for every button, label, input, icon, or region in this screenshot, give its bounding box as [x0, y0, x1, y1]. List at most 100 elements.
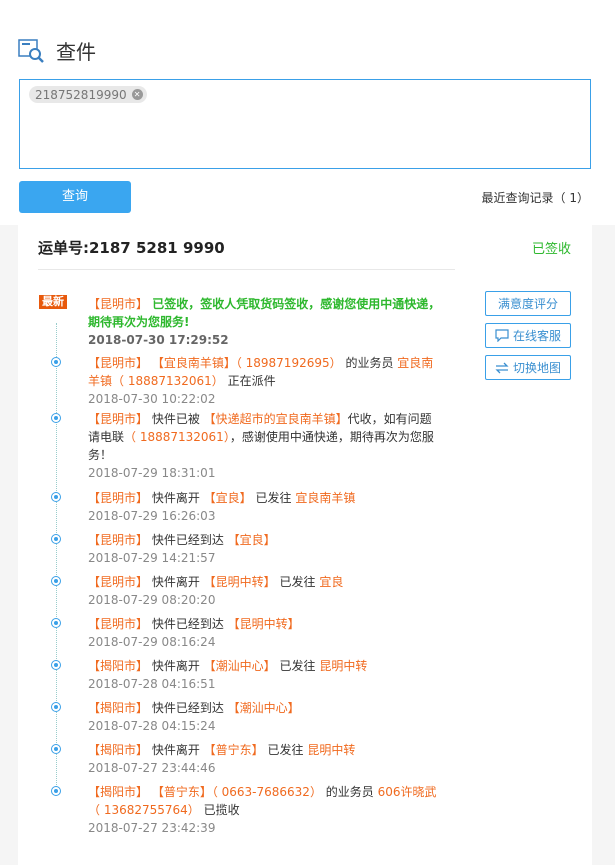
- timeline-dot-icon: [51, 492, 61, 502]
- event-description: 【昆明市】 快件已经到达 【宜良】: [88, 531, 443, 549]
- tracking-number-tag: 218752819990 ✕: [29, 86, 147, 103]
- event-time: 2018-07-27 23:42:39: [88, 821, 216, 835]
- timeline-dot-icon: [51, 576, 61, 586]
- timeline-dot-icon: [51, 618, 61, 628]
- event-time: 2018-07-28 04:16:51: [88, 677, 216, 691]
- event-highlight: 【昆明市】: [88, 412, 149, 426]
- event-time: 2018-07-29 08:16:24: [88, 635, 216, 649]
- event-highlight: 【昆明市】: [88, 533, 149, 547]
- timeline-event: 【昆明市】 快件离开 【宜良】 已发往 宜良南羊镇 2018-07-29 16:2…: [88, 489, 443, 525]
- event-text: 已发往: [263, 743, 308, 757]
- online-service-label: 在线客服: [512, 329, 561, 343]
- event-highlight: 宜良南羊镇: [295, 491, 356, 505]
- event-highlight: 【潮汕中心】: [227, 701, 300, 715]
- event-highlight: 【揭阳市】 【普宁东】（ 0663-7686632）: [88, 785, 322, 799]
- event-text: 已发往: [275, 575, 320, 589]
- timeline-dot-icon: [51, 660, 61, 670]
- event-highlight: 【昆明市】 【宜良南羊镇】（ 18987192695）: [88, 356, 342, 370]
- event-text: 快件离开: [148, 575, 204, 589]
- event-highlight: 【宜良】: [203, 491, 252, 505]
- query-button[interactable]: 查询: [19, 181, 131, 213]
- search-panel: 查件 218752819990 ✕ 查询 最近查询记录（ 1）: [0, 0, 615, 225]
- timeline-dot-icon: [51, 413, 61, 423]
- event-text: 的业务员: [321, 785, 378, 799]
- event-highlight: 【潮汕中心】: [203, 659, 276, 673]
- event-text: 快件已经到达: [148, 701, 228, 715]
- event-time: 2018-07-30 10:22:02: [88, 392, 216, 406]
- timeline-event: 【昆明市】 【宜良南羊镇】（ 18987192695） 的业务员 宜良南羊镇（ …: [88, 354, 443, 408]
- event-highlight: 【昆明市】: [88, 297, 149, 311]
- chat-icon: [495, 329, 509, 342]
- timeline-event: 【揭阳市】 快件离开 【普宁东】 已发往 昆明中转 2018-07-27 23:4…: [88, 741, 443, 777]
- satisfaction-rating-button[interactable]: 满意度评分: [485, 291, 571, 316]
- timeline-event: 【昆明市】 快件离开 【昆明中转】 已发往 宜良 2018-07-29 08:20…: [88, 573, 443, 609]
- event-description: 【昆明市】 快件离开 【昆明中转】 已发往 宜良: [88, 573, 443, 591]
- event-description: 【昆明市】 快件离开 【宜良】 已发往 宜良南羊镇: [88, 489, 443, 507]
- switch-map-label: 切换地图: [512, 361, 561, 375]
- tracking-result-card: 运单号:2187 5281 9990 已签收 最新 满意度评分 在线客服 切换地…: [18, 225, 592, 865]
- event-highlight: 【昆明市】: [88, 491, 149, 505]
- event-time: 2018-07-29 16:26:03: [88, 509, 216, 523]
- divider: [38, 269, 455, 270]
- parcel-search-icon: [18, 37, 46, 65]
- event-highlight: 宜良: [319, 575, 344, 589]
- event-highlight: 【昆明市】: [88, 617, 149, 631]
- timeline-event: 【揭阳市】 【普宁东】（ 0663-7686632） 的业务员 606许晓武（ …: [88, 783, 443, 837]
- status-badge: 已签收: [531, 242, 571, 257]
- timeline-line: [56, 323, 57, 793]
- event-time: 2018-07-30 17:29:52: [88, 333, 229, 347]
- timeline-event: 【昆明市】 快件已被 【快递超市的宜良南羊镇】代收，如有问题请电联（ 18887…: [88, 410, 443, 482]
- timeline-event: 【揭阳市】 快件已经到达 【潮汕中心】 2018-07-28 04:15:24: [88, 699, 443, 735]
- event-time: 2018-07-27 23:44:46: [88, 761, 216, 775]
- timeline-dot-icon: [51, 534, 61, 544]
- timeline-dot-icon: [51, 786, 61, 796]
- event-description: 【昆明市】 快件已经到达 【昆明中转】: [88, 615, 443, 633]
- recent-queries-link[interactable]: 最近查询记录（ 1）: [482, 189, 589, 206]
- event-description: 【昆明市】 【宜良南羊镇】（ 18987192695） 的业务员 宜良南羊镇（ …: [88, 354, 443, 390]
- online-service-button[interactable]: 在线客服: [485, 323, 571, 348]
- satisfaction-rating-label: 满意度评分: [497, 297, 558, 311]
- timeline-dot-icon: [51, 744, 61, 754]
- event-text: 已揽收: [199, 803, 240, 817]
- remove-tag-icon[interactable]: ✕: [131, 89, 143, 100]
- event-description: 【揭阳市】 快件离开 【潮汕中心】 已发往 昆明中转: [88, 657, 443, 675]
- tracking-number-tag-label: 218752819990: [35, 87, 127, 102]
- event-description: 【揭阳市】 快件已经到达 【潮汕中心】: [88, 699, 443, 717]
- event-time: 2018-07-28 04:15:24: [88, 719, 216, 733]
- newest-badge: 最新: [39, 295, 67, 309]
- event-description: 【揭阳市】 【普宁东】（ 0663-7686632） 的业务员 606许晓武（ …: [88, 783, 443, 819]
- event-time: 2018-07-29 08:20:20: [88, 593, 216, 607]
- timeline-event: 【揭阳市】 快件离开 【潮汕中心】 已发往 昆明中转 2018-07-28 04:…: [88, 657, 443, 693]
- event-text: 快件已经到达: [148, 617, 228, 631]
- page-title: 查件: [56, 40, 96, 64]
- event-highlight: 【普宁东】: [203, 743, 264, 757]
- event-description: 【昆明市】 快件已被 【快递超市的宜良南羊镇】代收，如有问题请电联（ 18887…: [88, 410, 443, 464]
- event-highlight: 【昆明市】: [88, 575, 149, 589]
- event-text: 的业务员: [341, 356, 398, 370]
- event-highlight: （ 18887132061）: [124, 430, 230, 444]
- event-text: 已发往: [251, 491, 296, 505]
- event-highlight: 【昆明中转】: [203, 575, 276, 589]
- event-description: 【昆明市】 已签收，签收人凭取货码签收，感谢您使用中通快递，期待再次为您服务!: [88, 295, 443, 331]
- event-time: 2018-07-29 18:31:01: [88, 466, 216, 480]
- timeline-dot-icon: [51, 357, 61, 367]
- event-text: 快件已被: [148, 412, 204, 426]
- event-text: 快件已经到达: [148, 533, 228, 547]
- timeline-dot-icon: [51, 702, 61, 712]
- event-time: 2018-07-29 14:21:57: [88, 551, 216, 565]
- page-header: 查件: [18, 36, 96, 65]
- event-highlight: 【揭阳市】: [88, 701, 149, 715]
- event-text: 快件离开: [148, 743, 204, 757]
- swap-arrows-icon: [495, 362, 509, 373]
- switch-map-button[interactable]: 切换地图: [485, 355, 571, 380]
- timeline-event: 【昆明市】 快件已经到达 【宜良】 2018-07-29 14:21:57: [88, 531, 443, 567]
- timeline-event: 【昆明市】 已签收，签收人凭取货码签收，感谢您使用中通快递，期待再次为您服务! 2…: [88, 295, 443, 349]
- event-highlight: 【昆明中转】: [227, 617, 300, 631]
- event-highlight: 昆明中转: [307, 743, 356, 757]
- tracking-number-input[interactable]: 218752819990 ✕: [19, 79, 591, 169]
- timeline-event: 【昆明市】 快件已经到达 【昆明中转】 2018-07-29 08:16:24: [88, 615, 443, 651]
- event-description: 【揭阳市】 快件离开 【普宁东】 已发往 昆明中转: [88, 741, 443, 759]
- event-highlight: 【揭阳市】: [88, 743, 149, 757]
- event-text: 正在派件: [223, 374, 276, 388]
- event-highlight: 昆明中转: [319, 659, 368, 673]
